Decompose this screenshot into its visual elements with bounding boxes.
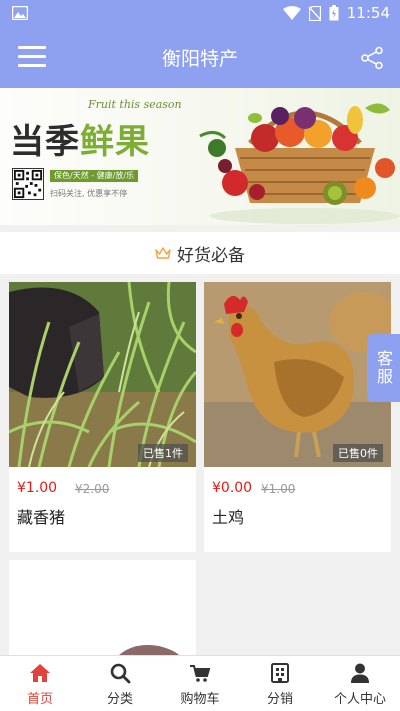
fruit-basket-image [199, 103, 400, 224]
banner-slogan: 当季鲜果 [10, 114, 150, 163]
original-price: ¥1.00 [261, 482, 296, 496]
section-header: 好货必备 [0, 232, 400, 274]
section-title: 好货必备 [177, 245, 245, 266]
original-price: ¥2.00 [75, 482, 110, 496]
tab-category[interactable]: 分类 [80, 656, 160, 711]
tab-distribution[interactable]: 分销 [240, 656, 320, 711]
home-icon [30, 664, 50, 682]
search-icon [110, 663, 131, 684]
tab-label: 首页 [26, 692, 53, 707]
tab-label: 购物车 [180, 692, 220, 707]
share-icon[interactable] [360, 46, 384, 70]
status-time: 11:54 [346, 4, 390, 22]
tab-label: 分类 [106, 692, 133, 707]
sold-count: 已售1件 [138, 444, 188, 462]
tab-label: 分销 [266, 692, 293, 707]
crown-icon [155, 247, 171, 259]
product-image [9, 282, 196, 467]
cart-icon [190, 665, 211, 682]
product-image [9, 560, 196, 655]
qr-code-icon [12, 168, 44, 200]
banner-slogan-part1: 当季 [10, 122, 80, 162]
product-card[interactable]: 已售1件 ¥1.00 ¥2.00 藏香猪 [9, 282, 196, 552]
tab-label: 个人中心 [333, 692, 386, 707]
app-bar: 衡阳特产 [0, 26, 400, 88]
product-price: ¥0.00 [212, 480, 253, 496]
product-card[interactable]: 已售0件 ¥0.00 ¥1.00 土鸡 [204, 282, 391, 552]
customer-service-button[interactable]: 客服 [367, 334, 400, 402]
sold-count: 已售0件 [333, 444, 383, 462]
battery-icon [329, 5, 339, 21]
tab-profile[interactable]: 个人中心 [320, 656, 400, 711]
gallery-notification-icon [12, 6, 28, 20]
product-name: 土鸡 [212, 508, 245, 527]
banner-script-text: Fruit this season [88, 98, 182, 111]
banner-subline: 扫码关注, 优惠享不停 [50, 189, 128, 198]
user-icon [351, 663, 369, 683]
product-image [204, 282, 391, 467]
banner-slogan-part2: 鲜果 [80, 122, 150, 162]
tab-cart[interactable]: 购物车 [160, 656, 240, 711]
product-price: ¥1.00 [17, 480, 58, 496]
bottom-tab-bar: 首页 分类 购物车 分销 个人中心 [0, 655, 400, 711]
status-bar: 11:54 [0, 0, 400, 26]
product-card[interactable] [9, 560, 196, 655]
tab-home[interactable]: 首页 [0, 656, 80, 711]
banner-tagline: 保色/天然 - 健康/放/乐 [50, 170, 139, 182]
promo-banner[interactable]: Fruit this season 当季鲜果 保色/天然 - 健康/放/乐 扫码… [0, 88, 400, 225]
product-name: 藏香猪 [17, 508, 66, 527]
page-title: 衡阳特产 [161, 48, 238, 70]
distribution-icon [271, 663, 289, 683]
no-sim-icon [308, 5, 321, 21]
wifi-icon [282, 6, 301, 20]
